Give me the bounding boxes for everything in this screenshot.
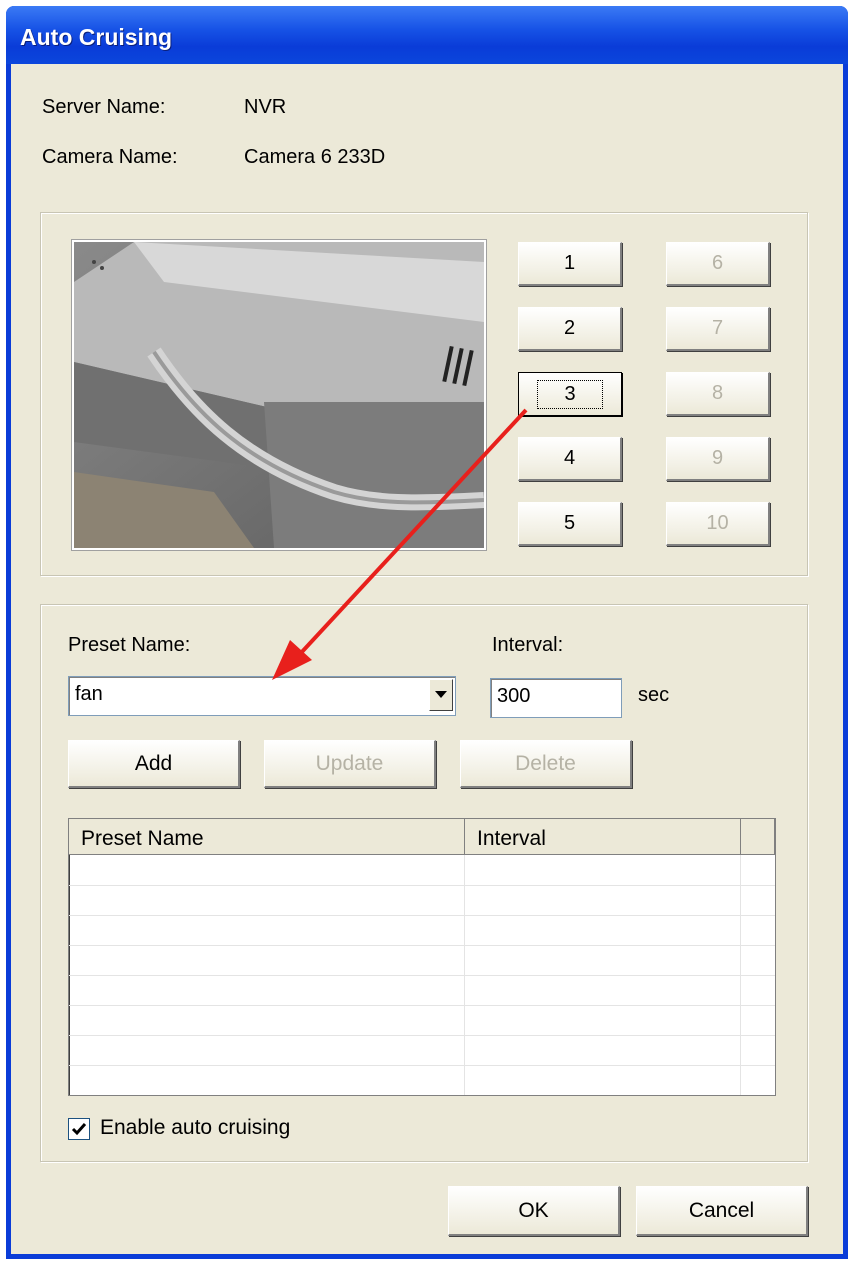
chevron-down-icon	[435, 691, 447, 698]
list-row-line	[69, 885, 775, 886]
enable-auto-cruising-checkbox[interactable]	[68, 1118, 90, 1140]
camera-name-value: Camera 6 233D	[244, 146, 386, 168]
preset-7-button[interactable]: 7	[666, 307, 770, 351]
preset-name-value: fan	[75, 683, 103, 705]
preset-6-button[interactable]: 6	[666, 242, 770, 286]
title-bar[interactable]: Auto Cruising	[6, 6, 848, 64]
interval-label: Interval:	[492, 634, 564, 656]
update-button[interactable]: Update	[264, 740, 436, 788]
interval-unit: sec	[638, 684, 670, 706]
window-title: Auto Cruising	[20, 24, 173, 50]
interval-input[interactable]: 300	[490, 678, 622, 718]
preset-4-button[interactable]: 4	[518, 437, 622, 481]
preset-3-button[interactable]: 3	[518, 372, 622, 416]
column-header-interval[interactable]: Interval	[465, 819, 741, 855]
preset-2-button[interactable]: 2	[518, 307, 622, 351]
cancel-button[interactable]: Cancel	[636, 1186, 808, 1236]
delete-button[interactable]: Delete	[460, 740, 632, 788]
camera-preview-image	[74, 242, 484, 548]
preset-list[interactable]: Preset Name Interval	[68, 818, 776, 1096]
list-row-line	[69, 915, 775, 916]
list-row-line	[69, 945, 775, 946]
column-header-filler	[741, 819, 775, 855]
preset-name-dropdown[interactable]: fan	[68, 676, 456, 716]
interval-value: 300	[497, 685, 531, 707]
list-row-line	[69, 1035, 775, 1036]
preset-3-label: 3	[537, 379, 603, 409]
preset-8-button[interactable]: 8	[666, 372, 770, 416]
list-row-line	[69, 1005, 775, 1006]
server-name-label: Server Name:	[42, 96, 166, 118]
checkmark-icon	[71, 1123, 87, 1136]
preset-10-button[interactable]: 10	[666, 502, 770, 546]
column-header-preset-name[interactable]: Preset Name	[69, 819, 465, 855]
preset-5-button[interactable]: 5	[518, 502, 622, 546]
camera-preview	[71, 239, 487, 551]
dropdown-arrow-button[interactable]	[429, 679, 453, 711]
preset-name-label: Preset Name:	[68, 634, 191, 656]
preset-1-button[interactable]: 1	[518, 242, 622, 286]
server-name-value: NVR	[244, 96, 287, 118]
list-row-line	[69, 975, 775, 976]
camera-name-label: Camera Name:	[42, 146, 178, 168]
enable-auto-cruising-label[interactable]: Enable auto cruising	[100, 1116, 290, 1140]
list-row-line	[69, 1065, 775, 1066]
ok-button[interactable]: OK	[448, 1186, 620, 1236]
preset-9-button[interactable]: 9	[666, 437, 770, 481]
add-button[interactable]: Add	[68, 740, 240, 788]
